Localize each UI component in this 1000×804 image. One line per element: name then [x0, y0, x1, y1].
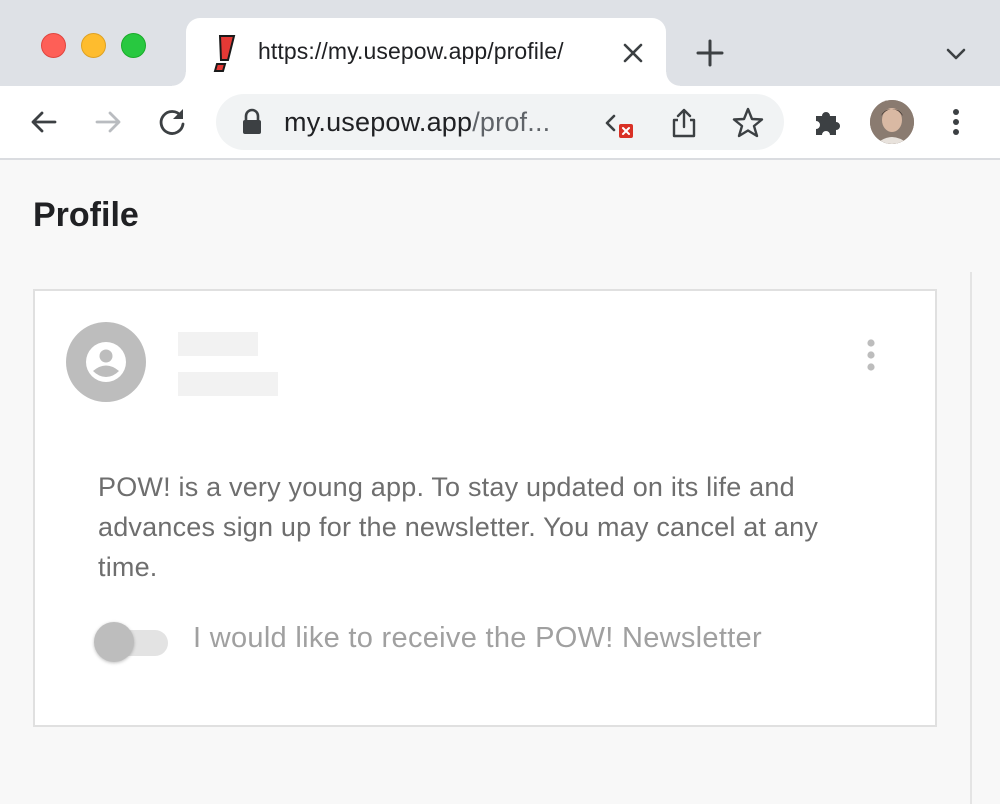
- more-vertical-icon[interactable]: [861, 337, 881, 373]
- minimize-window-button[interactable]: [81, 33, 106, 58]
- new-tab-plus-icon[interactable]: [694, 37, 726, 69]
- profile-card: POW! is a very young app. To stay update…: [33, 289, 937, 727]
- tab-title: https://my.usepow.app/profile/: [258, 38, 564, 64]
- email-placeholder: [178, 372, 278, 396]
- address-bar[interactable]: my.usepow.app/prof...: [216, 94, 784, 150]
- url-path: /prof...: [472, 107, 551, 137]
- zoom-window-button[interactable]: [121, 33, 146, 58]
- account-circle-icon: [86, 342, 126, 382]
- pow-exclamation-icon: [213, 35, 236, 72]
- url-text[interactable]: my.usepow.app/prof...: [284, 107, 550, 138]
- browser-tab[interactable]: https://my.usepow.app/profile/: [172, 18, 680, 86]
- user-avatar: [66, 322, 146, 402]
- reload-icon[interactable]: [154, 104, 190, 140]
- profile-avatar-icon[interactable]: [870, 100, 914, 144]
- newsletter-toggle-label[interactable]: I would like to receive the POW! Newslet…: [193, 622, 762, 655]
- extensions-puzzle-icon[interactable]: [810, 104, 846, 140]
- lock-icon[interactable]: [240, 108, 264, 136]
- newsletter-toggle[interactable]: [94, 620, 172, 664]
- close-icon[interactable]: [620, 40, 646, 66]
- page-title: Profile: [33, 196, 139, 234]
- code-blocked-icon[interactable]: [602, 106, 636, 140]
- url-host: my.usepow.app: [284, 107, 473, 137]
- name-placeholder: [178, 332, 258, 356]
- back-arrow-icon[interactable]: [26, 104, 62, 140]
- tab-strip: https://my.usepow.app/profile/: [0, 0, 1000, 86]
- scrollbar-track[interactable]: [970, 272, 972, 804]
- chevron-down-icon[interactable]: [942, 40, 970, 68]
- close-window-button[interactable]: [41, 33, 66, 58]
- newsletter-description: POW! is a very young app. To stay update…: [98, 472, 819, 582]
- more-vertical-icon[interactable]: [938, 104, 974, 140]
- toggle-thumb: [94, 622, 134, 662]
- forward-arrow-icon[interactable]: [90, 104, 126, 140]
- star-icon[interactable]: [731, 106, 765, 140]
- share-icon[interactable]: [667, 106, 701, 140]
- browser-toolbar: my.usepow.app/prof...: [0, 86, 1000, 160]
